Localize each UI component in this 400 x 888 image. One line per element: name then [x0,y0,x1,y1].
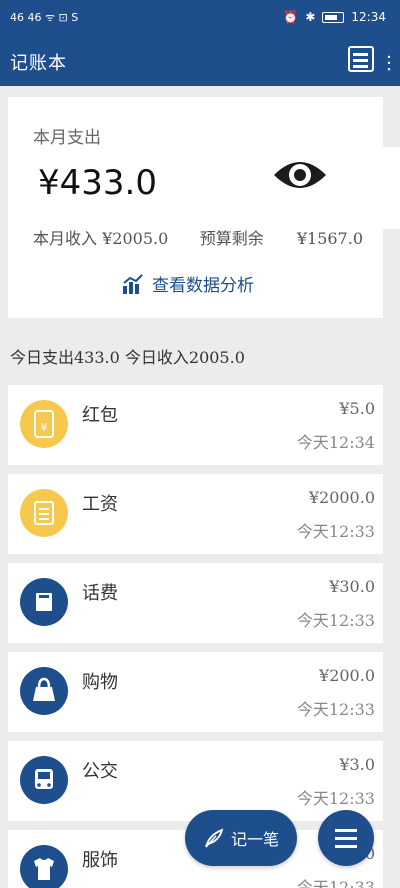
salary-icon [20,489,68,537]
record-amount: ¥200.0 [319,666,375,685]
record-name: 服饰 [82,850,118,871]
side-tab [383,147,400,229]
eye-icon[interactable] [272,155,328,195]
record-time: 今天12:33 [296,789,375,808]
record-item[interactable]: 工资 ¥2000.0 今天12:33 [8,474,383,554]
monthly-expense-amount: ¥433.0 [38,163,157,203]
app-title: 记账本 [10,53,67,74]
svg-text:¥: ¥ [41,421,48,434]
overflow-menu-icon[interactable]: ︙ [380,50,398,76]
add-record-button[interactable]: 记一笔 [185,810,297,866]
monthly-income-amount: ¥2005.0 [102,229,169,248]
budget-remaining: 预算剩余 ¥1567.0 [200,225,363,249]
status-right: ⏰ ✱ 12:34 [283,10,386,24]
record-amount: ¥5.0 [339,399,375,418]
bar-chart-icon [123,273,143,294]
record-item[interactable]: 购物 ¥200.0 今天12:33 [8,652,383,732]
records-list-icon[interactable] [348,46,374,72]
alarm-icon: ⏰ [283,10,299,24]
red-envelope-icon: ¥ [20,400,68,448]
record-time: 今天12:33 [296,611,375,630]
app-bar: 记账本 ︙ [0,36,400,86]
data-analysis-link[interactable]: 查看数据分析 [122,271,254,296]
add-record-label: 记一笔 [230,830,279,849]
record-name: 工资 [82,494,118,515]
status-left: 46 46 ᯤ ⊡ S [10,10,78,25]
shopping-bag-icon [20,667,68,715]
record-item[interactable]: 公交 ¥3.0 今天12:33 [8,741,383,821]
record-amount: ¥2000.0 [308,488,375,507]
today-summary: 今日支出433.0 今日收入2005.0 [10,348,245,367]
monthly-income: 本月收入 ¥2005.0 [33,225,168,249]
record-name: 话费 [82,583,118,604]
record-name: 购物 [82,672,118,693]
data-analysis-label: 查看数据分析 [152,276,254,296]
signal-icons: 46 46 ᯤ ⊡ S [10,11,79,24]
bus-icon [20,756,68,804]
record-item[interactable]: 话费 ¥30.0 今天12:33 [8,563,383,643]
status-time: 12:34 [351,10,386,24]
menu-icon [335,829,357,832]
record-name: 公交 [82,761,118,782]
menu-icon-line [335,837,357,840]
record-time: 今天12:33 [296,878,375,888]
record-time: 今天12:34 [296,433,375,452]
record-list: ¥ 红包 ¥5.0 今天12:34 工资 ¥2000.0 今天12:33 话费 ¥30.0 今天1… [8,385,383,888]
bluetooth-icon: ✱ [305,10,316,24]
monthly-income-label: 本月收入 [33,229,98,248]
record-time: 今天12:33 [296,700,375,719]
status-bar: 46 46 ᯤ ⊡ S ⏰ ✱ 12:34 [0,0,400,36]
menu-button[interactable] [318,810,374,866]
budget-remaining-amount: ¥1567.0 [296,229,363,248]
battery-icon [322,11,345,23]
phone-bill-icon [20,578,68,626]
app-screen: 46 46 ᯤ ⊡ S ⏰ ✱ 12:34 记账本 ︙ 本月支出 ¥433.0 … [0,0,400,888]
record-name: 红包 [82,405,118,426]
record-time: 今天12:33 [296,522,375,541]
record-amount: ¥3.0 [339,755,375,774]
record-amount: ¥30.0 [329,577,375,596]
menu-icon-line [335,845,357,848]
feather-icon [205,828,224,848]
budget-remaining-label: 预算剩余 [199,229,264,248]
record-item[interactable]: ¥ 红包 ¥5.0 今天12:34 [8,385,383,465]
clothing-icon [20,845,68,888]
monthly-summary-card: 本月支出 ¥433.0 本月收入 ¥2005.0 预算剩余 ¥1567.0 查看… [8,97,383,318]
monthly-expense-label: 本月支出 [33,128,101,148]
